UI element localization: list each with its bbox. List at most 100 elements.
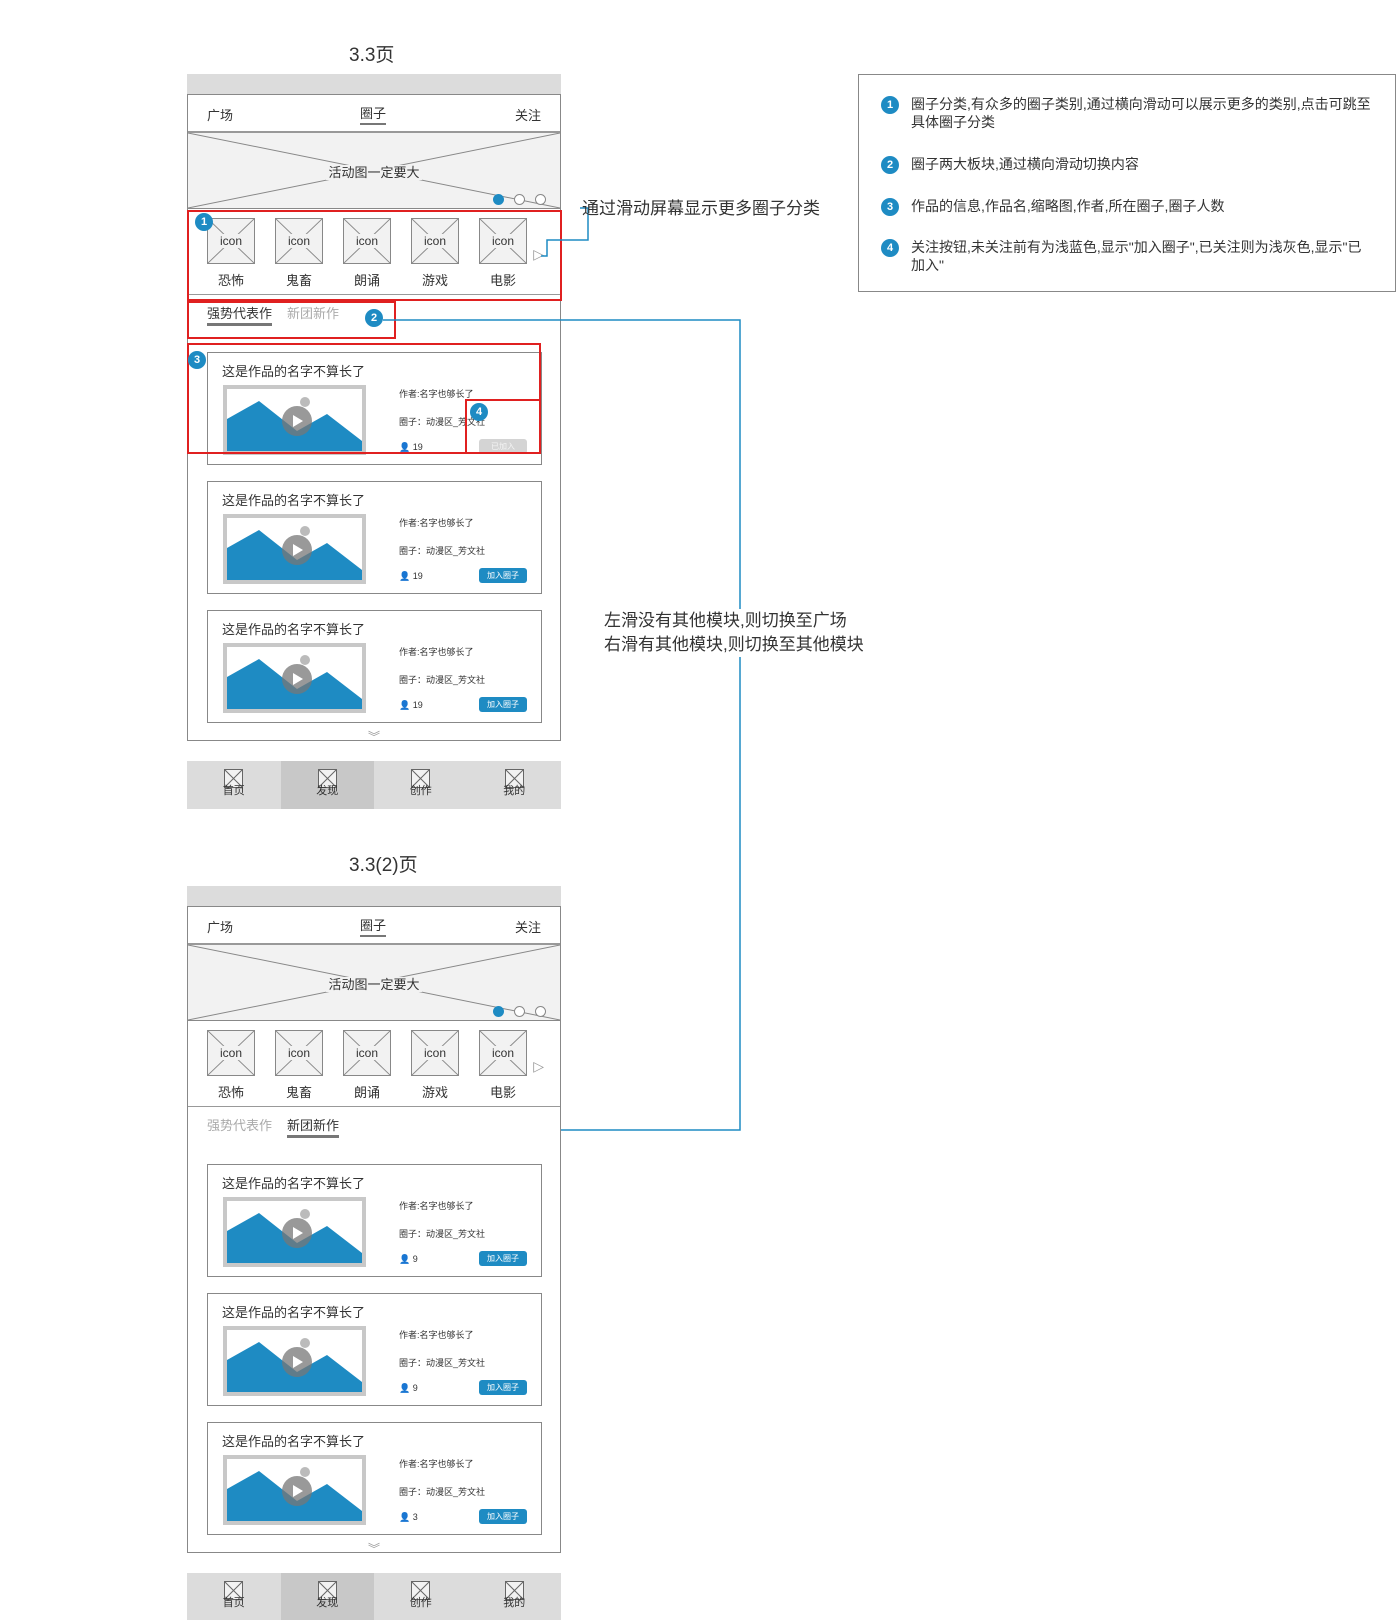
work-thumbnail[interactable] — [223, 514, 366, 584]
video-thumbnail-icon — [227, 647, 362, 709]
activity-banner[interactable]: 活动图一定要大 — [188, 945, 560, 1021]
work-card[interactable]: 这是作品的名字不算长了 作者:名字也够长了 圈子：动漫区_芳文社 👤 19 加入… — [207, 481, 542, 594]
tab-representative-works[interactable]: 强势代表作 — [207, 1117, 272, 1135]
nav-tab-circle[interactable]: 圈子 — [360, 105, 387, 125]
carousel-dot[interactable] — [514, 1006, 525, 1017]
nav-tab-follow[interactable]: 关注 — [515, 105, 541, 124]
bottom-tab-label: 发现 — [316, 1597, 339, 1609]
note-item: 2 圈子两大板块,通过横向滑动切换内容 — [881, 155, 1375, 174]
category-row[interactable]: icon 恐怖 icon 鬼畜 icon 朗诵 icon 游戏 icon 电影 … — [188, 1021, 560, 1107]
work-card[interactable]: 这是作品的名字不算长了 作者:名字也够长了 圈子：动漫区_芳文社 👤 9 加入圈… — [207, 1164, 542, 1277]
category-item[interactable]: icon 电影 — [479, 1030, 527, 1101]
notes-panel: 1 圈子分类,有众多的圈子类别,通过横向滑动可以展示更多的类别,点击可跳至具体圈… — [858, 74, 1396, 292]
category-icon-box: icon — [343, 1030, 391, 1076]
category-item[interactable]: icon 鬼畜 — [275, 1030, 323, 1101]
icon-text: icon — [490, 1046, 515, 1060]
category-label: 鬼畜 — [285, 1085, 312, 1100]
nav-tab-circle[interactable]: 圈子 — [360, 917, 387, 937]
scroll-right-icon[interactable]: ▷ — [533, 1058, 544, 1075]
user-icon: 👤 — [399, 1254, 411, 1264]
carousel-dot[interactable] — [535, 1006, 546, 1017]
badge-2: 2 — [365, 309, 383, 327]
work-thumbnail[interactable] — [223, 1197, 366, 1267]
nav-tab-square[interactable]: 广场 — [207, 917, 233, 936]
carousel-dots[interactable] — [493, 1006, 546, 1017]
user-icon: 👤 — [399, 1512, 411, 1522]
activity-banner[interactable]: 活动图一定要大 — [188, 133, 560, 209]
member-count: 👤 9 — [399, 1383, 418, 1394]
carousel-dot[interactable] — [493, 1006, 504, 1017]
join-circle-button[interactable]: 加入圈子 — [479, 1509, 527, 1524]
member-count-value: 19 — [412, 700, 423, 710]
member-count: 👤 3 — [399, 1512, 418, 1523]
work-circle: 圈子：动漫区_芳文社 — [399, 1229, 486, 1239]
carousel-dot[interactable] — [535, 194, 546, 205]
banner-text: 活动图一定要大 — [326, 977, 422, 992]
category-item[interactable]: icon 朗诵 — [343, 1030, 391, 1101]
join-circle-button[interactable]: 加入圈子 — [479, 1251, 527, 1266]
banner-text: 活动图一定要大 — [326, 165, 422, 180]
status-bar — [187, 74, 561, 94]
work-card[interactable]: 这是作品的名字不算长了 作者:名字也够长了 圈子：动漫区_芳文社 👤 3 加入圈… — [207, 1422, 542, 1535]
member-count-value: 19 — [412, 571, 423, 581]
badge-1: 1 — [195, 213, 213, 231]
category-icon-box: icon — [411, 1030, 459, 1076]
join-circle-button[interactable]: 加入圈子 — [479, 697, 527, 712]
video-thumbnail-icon — [227, 1330, 362, 1392]
bottom-tab-label: 发现 — [316, 785, 339, 797]
bottom-tab-mine[interactable]: 我的 — [468, 761, 562, 809]
bottom-tab-mine[interactable]: 我的 — [468, 1573, 562, 1620]
work-title: 这是作品的名字不算长了 — [222, 1176, 366, 1191]
bottom-tab-label: 首页 — [222, 785, 245, 797]
category-label: 恐怖 — [217, 1085, 244, 1100]
icon-text: icon — [286, 1046, 311, 1060]
join-circle-button[interactable]: 加入圈子 — [479, 568, 527, 583]
work-thumbnail[interactable] — [223, 1326, 366, 1396]
bottom-tab-discover[interactable]: 发现 — [280, 1573, 374, 1620]
work-card[interactable]: 这是作品的名字不算长了 作者:名字也够长了 圈子：动漫区_芳文社 👤 9 加入圈… — [207, 1293, 542, 1406]
annotation-swipe-tabs-2: 右滑有其他模块,则切换至其他模块 — [604, 633, 864, 657]
member-count-value: 9 — [412, 1254, 418, 1264]
scroll-down-icon[interactable]: ︾ — [188, 728, 560, 745]
note-text: 圈子两大板块,通过横向滑动切换内容 — [911, 156, 1139, 172]
category-item[interactable]: icon 游戏 — [411, 1030, 459, 1101]
bottom-tab-create[interactable]: 创作 — [374, 1573, 468, 1620]
bottom-tab-label: 我的 — [503, 1597, 526, 1609]
icon-text: icon — [422, 1046, 447, 1060]
bottom-tab-label: 首页 — [222, 1597, 245, 1609]
bottom-tab-create[interactable]: 创作 — [374, 761, 468, 809]
bottom-tab-bar: 首页 发现 创作 我的 — [187, 761, 561, 809]
bottom-tab-discover[interactable]: 发现 — [280, 761, 374, 809]
scroll-down-icon[interactable]: ︾ — [188, 1540, 560, 1557]
join-circle-button[interactable]: 加入圈子 — [479, 1380, 527, 1395]
member-count: 👤 19 — [399, 571, 423, 582]
bottom-tab-label: 我的 — [503, 785, 526, 797]
carousel-dot[interactable] — [493, 194, 504, 205]
nav-tab-follow[interactable]: 关注 — [515, 917, 541, 936]
member-count-value: 3 — [412, 1512, 418, 1522]
note-item: 4 关注按钮,未关注前有为浅蓝色,显示"加入圈子",已关注则为浅灰色,显示"已加… — [881, 238, 1375, 274]
work-author: 作者:名字也够长了 — [399, 1459, 474, 1469]
page-title: 3.3页 — [349, 45, 395, 66]
category-item[interactable]: icon 恐怖 — [207, 1030, 255, 1101]
video-thumbnail-icon — [227, 1201, 362, 1263]
carousel-dots[interactable] — [493, 194, 546, 205]
note-item: 3 作品的信息,作品名,缩略图,作者,所在圈子,圈子人数 — [881, 197, 1375, 216]
work-author: 作者:名字也够长了 — [399, 647, 474, 657]
carousel-dot[interactable] — [514, 194, 525, 205]
bottom-tab-home[interactable]: 首页 — [187, 1573, 281, 1620]
video-thumbnail-icon — [227, 1459, 362, 1521]
user-icon: 👤 — [399, 1383, 411, 1393]
work-thumbnail[interactable] — [223, 1455, 366, 1525]
bottom-tab-home[interactable]: 首页 — [187, 761, 281, 809]
annotation-swipe-tabs-1: 左滑没有其他模块,则切换至广场 — [604, 609, 847, 633]
tab-new-works[interactable]: 新团新作 — [287, 1117, 340, 1138]
note-text: 圈子分类,有众多的圈子类别,通过横向滑动可以展示更多的类别,点击可跳至具体圈子分… — [911, 96, 1371, 130]
work-title: 这是作品的名字不算长了 — [222, 1434, 366, 1449]
nav-tab-square[interactable]: 广场 — [207, 105, 233, 124]
work-thumbnail[interactable] — [223, 643, 366, 713]
note-number: 2 — [881, 156, 899, 174]
work-circle: 圈子：动漫区_芳文社 — [399, 1487, 486, 1497]
user-icon: 👤 — [399, 700, 411, 710]
work-card[interactable]: 这是作品的名字不算长了 作者:名字也够长了 圈子：动漫区_芳文社 👤 19 加入… — [207, 610, 542, 723]
